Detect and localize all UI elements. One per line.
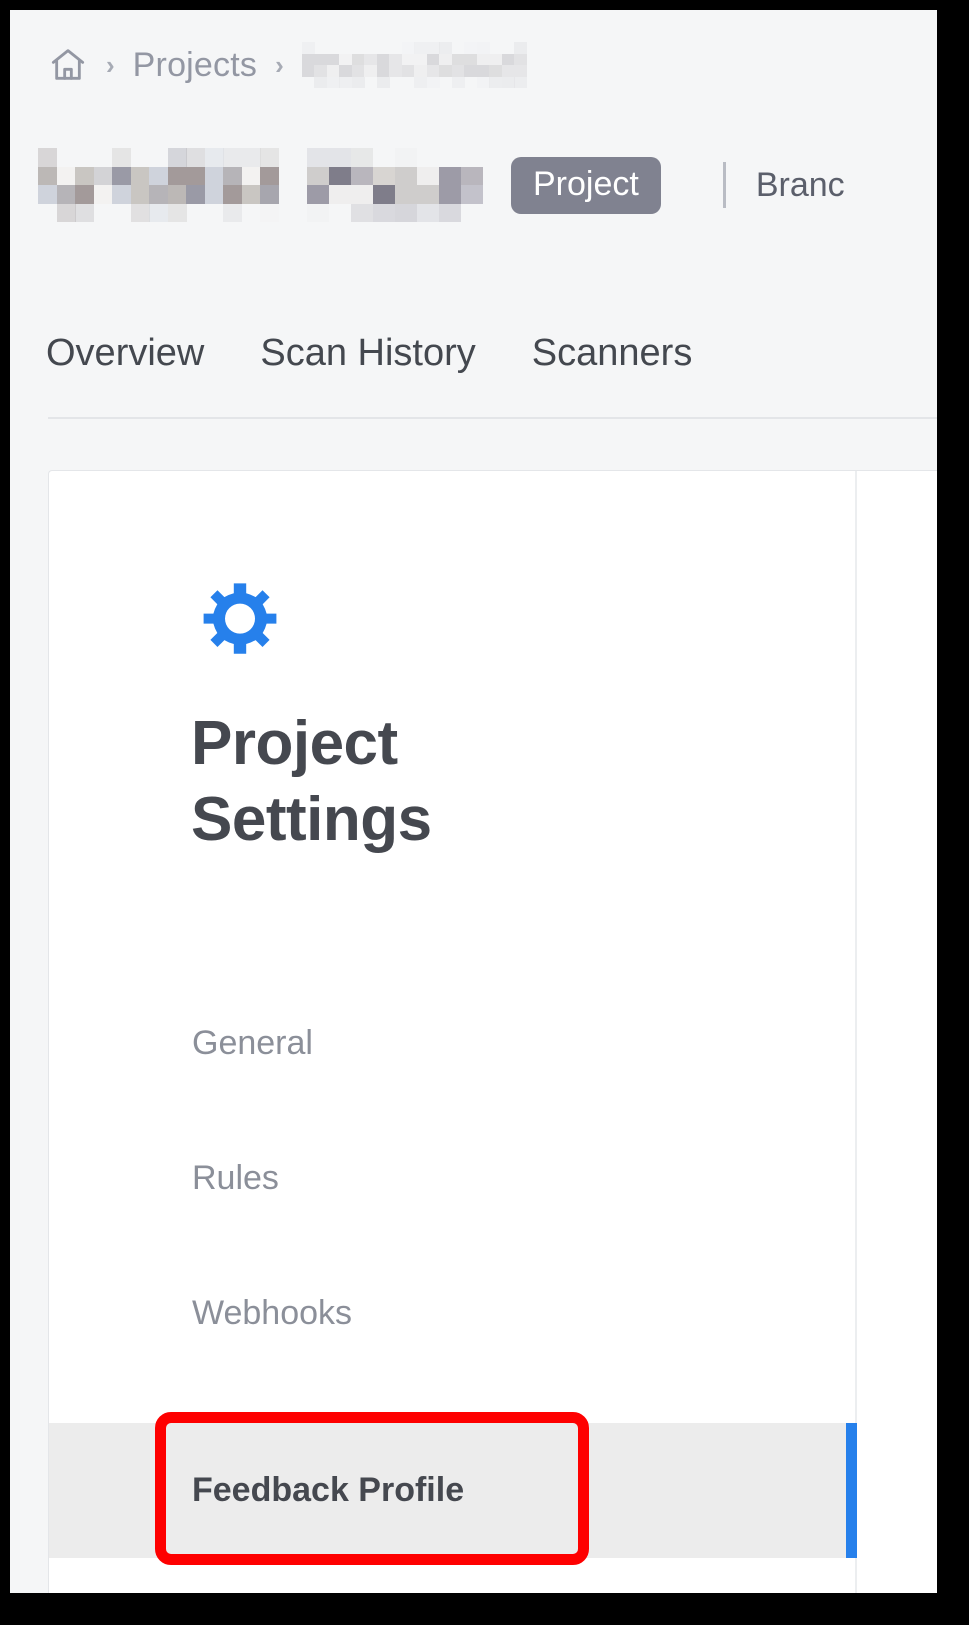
tab-scan-history[interactable]: Scan History <box>260 334 475 372</box>
project-settings-card: Project Settings General Rules Webhooks … <box>48 470 937 1593</box>
sidebar-item-rules[interactable]: Rules <box>49 1134 857 1222</box>
tab-scanners[interactable]: Scanners <box>532 334 693 372</box>
page-title-line-1: Project <box>191 709 398 778</box>
project-scope-row: Project Branc <box>10 120 937 250</box>
breadcrumb: › Projects › <box>10 10 937 120</box>
breadcrumb-separator-2: › <box>275 50 284 80</box>
sidebar-item-label: Webhooks <box>192 1293 353 1332</box>
gear-icon <box>192 571 288 667</box>
breadcrumb-separator-1: › <box>106 50 115 80</box>
breadcrumb-item-redacted[interactable] <box>301 42 527 88</box>
sidebar-item-label: General <box>192 1023 313 1062</box>
active-item-indicator <box>846 1423 857 1558</box>
team-name-redacted[interactable] <box>307 148 483 222</box>
page-title-line-2: Settings <box>191 784 432 854</box>
home-icon[interactable] <box>48 45 88 85</box>
scope-divider <box>722 162 726 208</box>
sidebar-item-label: Rules <box>192 1158 279 1197</box>
settings-sidebar: Project Settings General Rules Webhooks … <box>49 471 857 1593</box>
page-title: Project Settings <box>191 706 751 857</box>
organization-name-redacted[interactable] <box>38 148 279 222</box>
scope-pill-project[interactable]: Project <box>511 156 661 214</box>
browser-viewport: › Projects › Project Branc Overview Scan… <box>10 10 937 1593</box>
screenshot-frame: › Projects › Project Branc Overview Scan… <box>0 0 969 1625</box>
tab-overview[interactable]: Overview <box>46 334 204 372</box>
tab-underline-divider <box>48 417 937 419</box>
breadcrumb-item-projects[interactable]: Projects <box>133 46 257 85</box>
sidebar-item-feedback-profile[interactable]: Feedback Profile <box>49 1423 857 1558</box>
sidebar-item-label: Feedback Profile <box>192 1471 465 1509</box>
sidebar-item-general[interactable]: General <box>49 999 857 1087</box>
project-tabs: Overview Scan History Scanners <box>10 280 937 425</box>
scope-branches-label[interactable]: Branc <box>756 166 845 205</box>
sidebar-item-webhooks[interactable]: Webhooks <box>49 1269 857 1357</box>
